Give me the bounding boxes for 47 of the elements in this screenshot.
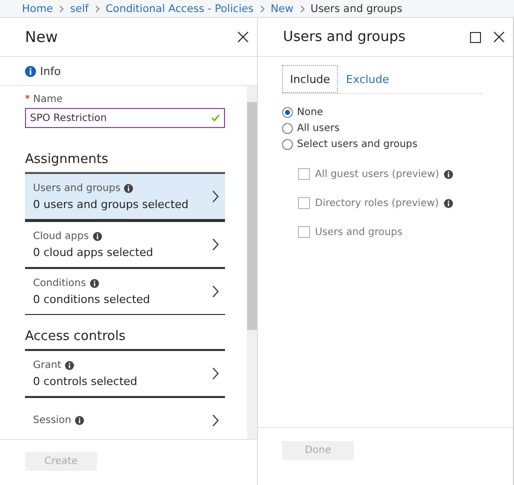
tab[interactable]: Include	[282, 65, 338, 93]
name-field[interactable]: SPO Restriction	[25, 108, 225, 128]
checkbox-row: All guest users (preview)	[298, 166, 489, 182]
radio-button[interactable]	[282, 122, 293, 134]
chevron-icon	[212, 367, 219, 380]
section-heading: Assignments	[25, 152, 110, 167]
close-icon[interactable]	[493, 31, 505, 43]
assignment-item[interactable]: Conditions 0 conditions selected	[25, 267, 225, 315]
checkbox-row: Users and groups	[298, 224, 489, 240]
chevron-icon	[212, 190, 219, 203]
info-icon	[25, 66, 36, 76]
field-label: * Name	[25, 94, 64, 105]
chevron-icon	[94, 4, 100, 12]
section-heading: Access controls	[25, 329, 126, 344]
assignment-item[interactable]: Grant 0 controls selected	[25, 349, 225, 396]
breadcrumb-link[interactable]: Home	[22, 2, 54, 14]
assignment-item[interactable]: Session	[25, 396, 225, 439]
assignment-item[interactable]: Cloud apps 0 cloud apps selected	[25, 220, 225, 267]
info-icon	[75, 416, 84, 425]
blade-title: Users and groups	[283, 29, 406, 45]
breadcrumb-link[interactable]: self	[70, 2, 89, 14]
chevron-icon	[212, 285, 219, 298]
chevron-icon	[212, 238, 219, 251]
info-icon	[92, 232, 102, 240]
info-link[interactable]: Info	[40, 64, 61, 78]
chevron-icon	[59, 4, 64, 12]
radio-label: All users	[297, 122, 340, 134]
radio-label: None	[297, 106, 324, 118]
tab[interactable]: Exclude	[338, 65, 398, 93]
breadcrumb-current: Users and groups	[310, 2, 402, 14]
breadcrumb-link[interactable]: New	[270, 2, 294, 14]
chevron-icon	[300, 4, 305, 12]
chevron-icon	[260, 4, 265, 12]
chevron-icon	[212, 414, 219, 427]
radio-button[interactable]	[282, 138, 293, 150]
breadcrumb-link[interactable]: Conditional Access - Policies	[106, 2, 254, 14]
checkbox-row: Directory roles (preview)	[298, 195, 489, 211]
close-icon[interactable]	[237, 31, 249, 43]
info-icon	[124, 184, 134, 192]
scrollbar[interactable]	[247, 86, 257, 439]
info-icon	[90, 278, 99, 288]
assignment-item[interactable]: Users and groups 0 users and groups selected	[25, 172, 225, 220]
info-icon	[65, 360, 74, 370]
maximize-icon[interactable]	[470, 32, 481, 42]
blade-title: New	[25, 28, 58, 46]
radio-label: Select users and groups	[297, 138, 418, 150]
radio-button[interactable]	[282, 106, 293, 118]
